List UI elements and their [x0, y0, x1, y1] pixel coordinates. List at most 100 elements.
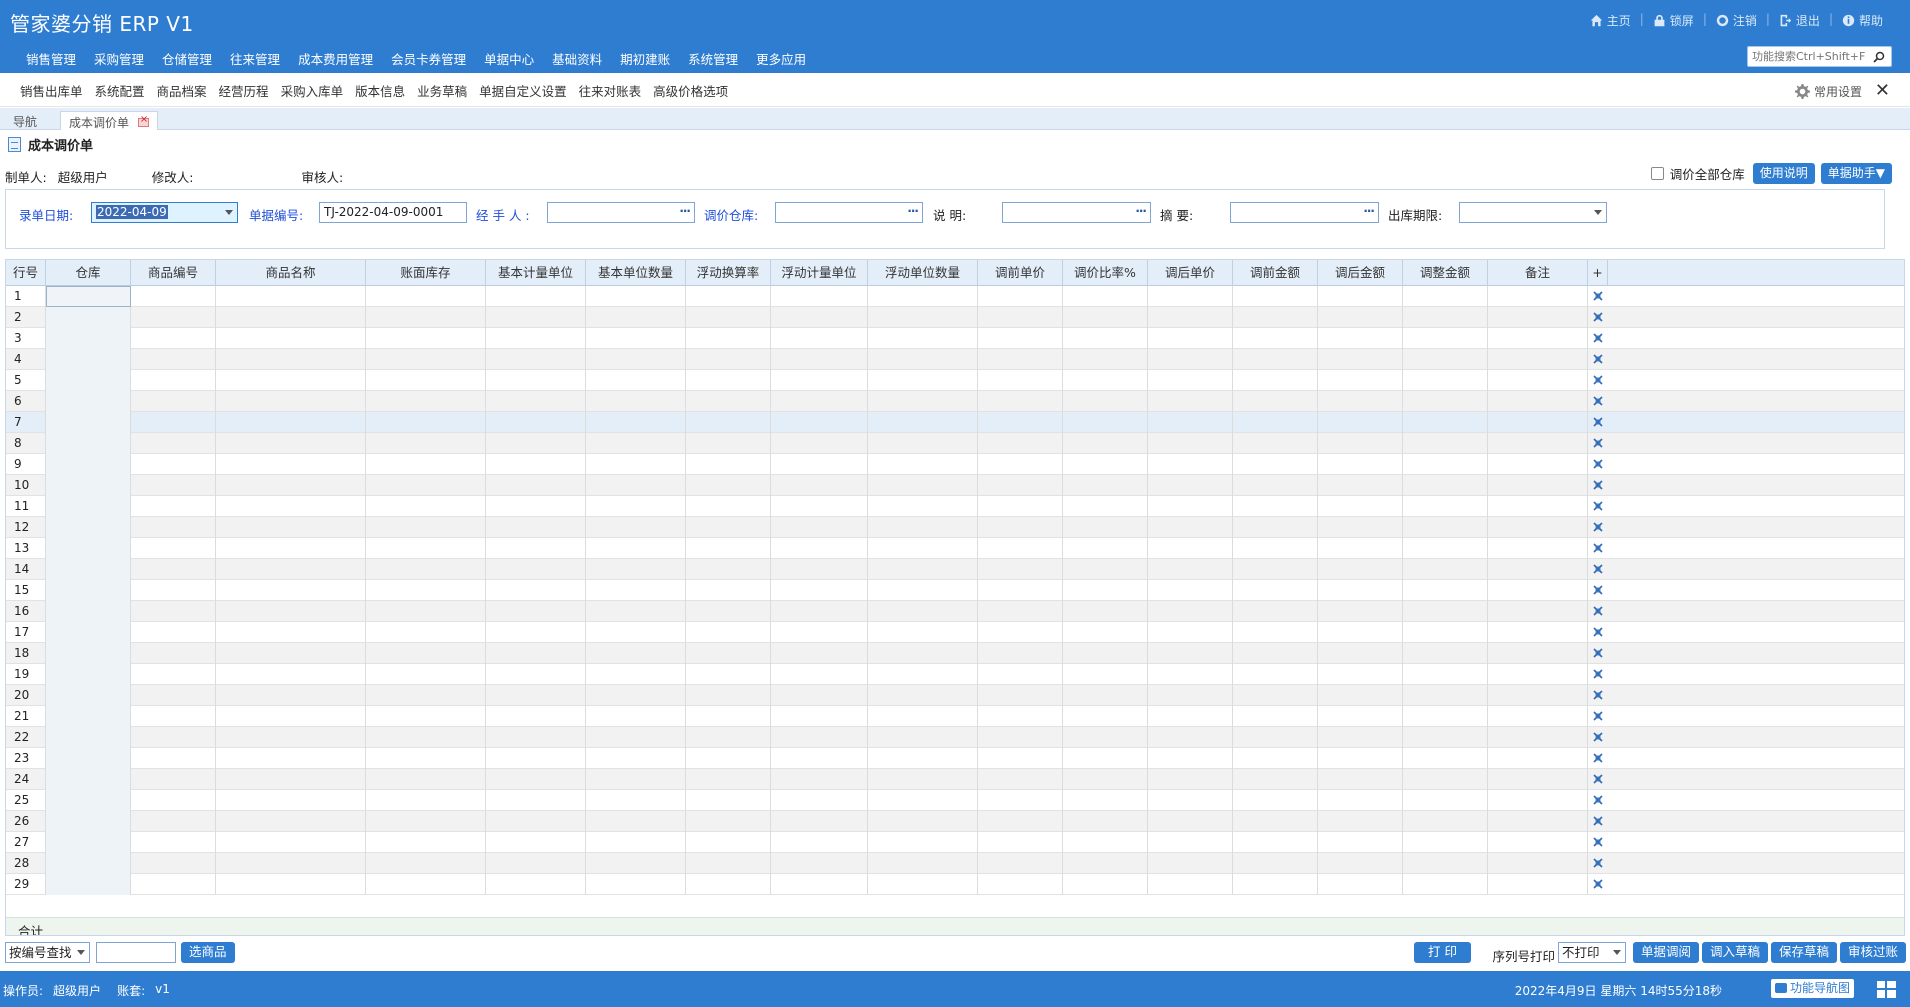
- grid-cell[interactable]: [868, 475, 978, 496]
- ellipsis-icon[interactable]: ···: [679, 203, 691, 221]
- common-settings-button[interactable]: 常用设置: [1794, 83, 1862, 100]
- delete-row-icon[interactable]: [1593, 501, 1603, 511]
- grid-cell[interactable]: [1488, 664, 1588, 685]
- grid-cell[interactable]: [1488, 538, 1588, 559]
- grid-cell[interactable]: [366, 832, 486, 853]
- grid-cell[interactable]: [1063, 727, 1148, 748]
- grid-cell[interactable]: [586, 769, 686, 790]
- grid-cell[interactable]: [1488, 286, 1588, 307]
- grid-cell[interactable]: [1233, 580, 1318, 601]
- grid-cell[interactable]: [978, 853, 1063, 874]
- grid-cell[interactable]: [216, 790, 366, 811]
- grid-cell[interactable]: [1148, 412, 1233, 433]
- grid-cell[interactable]: [978, 433, 1063, 454]
- grid-cell[interactable]: [868, 580, 978, 601]
- grid-cell[interactable]: [1233, 643, 1318, 664]
- grid-cell[interactable]: [1063, 517, 1148, 538]
- grid-cell[interactable]: [1063, 748, 1148, 769]
- grid-cell[interactable]: [216, 874, 366, 895]
- chevron-down-icon[interactable]: [77, 950, 85, 955]
- delete-row-icon[interactable]: [1593, 774, 1603, 784]
- delete-row-icon[interactable]: [1593, 732, 1603, 742]
- grid-cell[interactable]: [771, 622, 868, 643]
- grid-cell[interactable]: [1148, 580, 1233, 601]
- grid-cell[interactable]: [1318, 307, 1403, 328]
- menu-warehouse[interactable]: 仓储管理: [153, 49, 221, 68]
- grid-cell[interactable]: [366, 874, 486, 895]
- grid-cell[interactable]: [771, 286, 868, 307]
- grid-cell[interactable]: [868, 559, 978, 580]
- grid-cell[interactable]: [1403, 874, 1488, 895]
- menu-accounts[interactable]: 往来管理: [221, 49, 289, 68]
- quick-item[interactable]: 单据自定义设置: [473, 81, 573, 100]
- ellipsis-icon[interactable]: ···: [1135, 203, 1147, 221]
- delete-row-icon[interactable]: [1593, 312, 1603, 322]
- grid-cell[interactable]: [46, 622, 131, 643]
- grid-cell[interactable]: [46, 601, 131, 622]
- grid-cell[interactable]: [131, 580, 216, 601]
- grid-cell[interactable]: [216, 664, 366, 685]
- grid-cell[interactable]: [868, 370, 978, 391]
- search-button[interactable]: [1870, 48, 1888, 66]
- function-search-input[interactable]: [1748, 47, 1870, 66]
- grid-cell[interactable]: [131, 370, 216, 391]
- grid-cell[interactable]: [1403, 748, 1488, 769]
- grid-cell[interactable]: [1318, 370, 1403, 391]
- table-row[interactable]: 9: [6, 454, 1904, 475]
- grid-cell[interactable]: [131, 706, 216, 727]
- grid-cell[interactable]: [1488, 349, 1588, 370]
- delete-row-icon[interactable]: [1593, 816, 1603, 826]
- grid-cell[interactable]: [978, 643, 1063, 664]
- delete-row-icon[interactable]: [1593, 648, 1603, 658]
- grid-cell[interactable]: [586, 874, 686, 895]
- grid-cell[interactable]: [1318, 433, 1403, 454]
- grid-cell[interactable]: [1148, 622, 1233, 643]
- grid-cell[interactable]: [1403, 286, 1488, 307]
- grid-cell[interactable]: [586, 790, 686, 811]
- grid-cell[interactable]: [1063, 643, 1148, 664]
- grid-cell[interactable]: [978, 601, 1063, 622]
- grid-cell[interactable]: [1488, 832, 1588, 853]
- grid-cell[interactable]: [1148, 349, 1233, 370]
- grid-cell[interactable]: [216, 370, 366, 391]
- table-row[interactable]: 7: [6, 412, 1904, 433]
- grid-cell[interactable]: [1233, 601, 1318, 622]
- grid-cell[interactable]: [978, 349, 1063, 370]
- grid-cell[interactable]: [686, 412, 771, 433]
- grid-cell[interactable]: [978, 328, 1063, 349]
- delete-row-icon[interactable]: [1593, 438, 1603, 448]
- nav-map-button[interactable]: 功能导航图: [1770, 979, 1854, 998]
- grid-cell[interactable]: [868, 874, 978, 895]
- table-row[interactable]: 24: [6, 769, 1904, 790]
- table-row[interactable]: 18: [6, 643, 1904, 664]
- grid-cell[interactable]: [1403, 370, 1488, 391]
- grid-cell[interactable]: [486, 580, 586, 601]
- grid-cell[interactable]: [868, 454, 978, 475]
- grid-cell[interactable]: [1148, 433, 1233, 454]
- grid-cell[interactable]: [366, 475, 486, 496]
- grid-cell[interactable]: [46, 370, 131, 391]
- grid-cell[interactable]: [1403, 454, 1488, 475]
- grid-cell[interactable]: [686, 727, 771, 748]
- grid-cell[interactable]: [1148, 685, 1233, 706]
- grid-cell[interactable]: [1233, 307, 1318, 328]
- grid-cell[interactable]: [366, 370, 486, 391]
- grid-cell[interactable]: [1063, 706, 1148, 727]
- delete-row-icon[interactable]: [1593, 669, 1603, 679]
- ellipsis-icon[interactable]: ···: [1363, 203, 1375, 221]
- grid-cell[interactable]: [1148, 769, 1233, 790]
- grid-cell[interactable]: [771, 517, 868, 538]
- grid-cell[interactable]: [586, 643, 686, 664]
- grid-cell[interactable]: [771, 727, 868, 748]
- quick-item[interactable]: 采购入库单: [275, 81, 350, 100]
- grid-cell[interactable]: [868, 286, 978, 307]
- grid-cell[interactable]: [1318, 853, 1403, 874]
- grid-cell[interactable]: [131, 664, 216, 685]
- grid-cell[interactable]: [216, 580, 366, 601]
- grid-cell[interactable]: [1488, 622, 1588, 643]
- grid-cell[interactable]: [366, 622, 486, 643]
- quick-item[interactable]: 商品档案: [151, 81, 213, 100]
- help-link[interactable]: 帮助: [1833, 12, 1892, 29]
- grid-cell[interactable]: [1063, 475, 1148, 496]
- table-row[interactable]: 8: [6, 433, 1904, 454]
